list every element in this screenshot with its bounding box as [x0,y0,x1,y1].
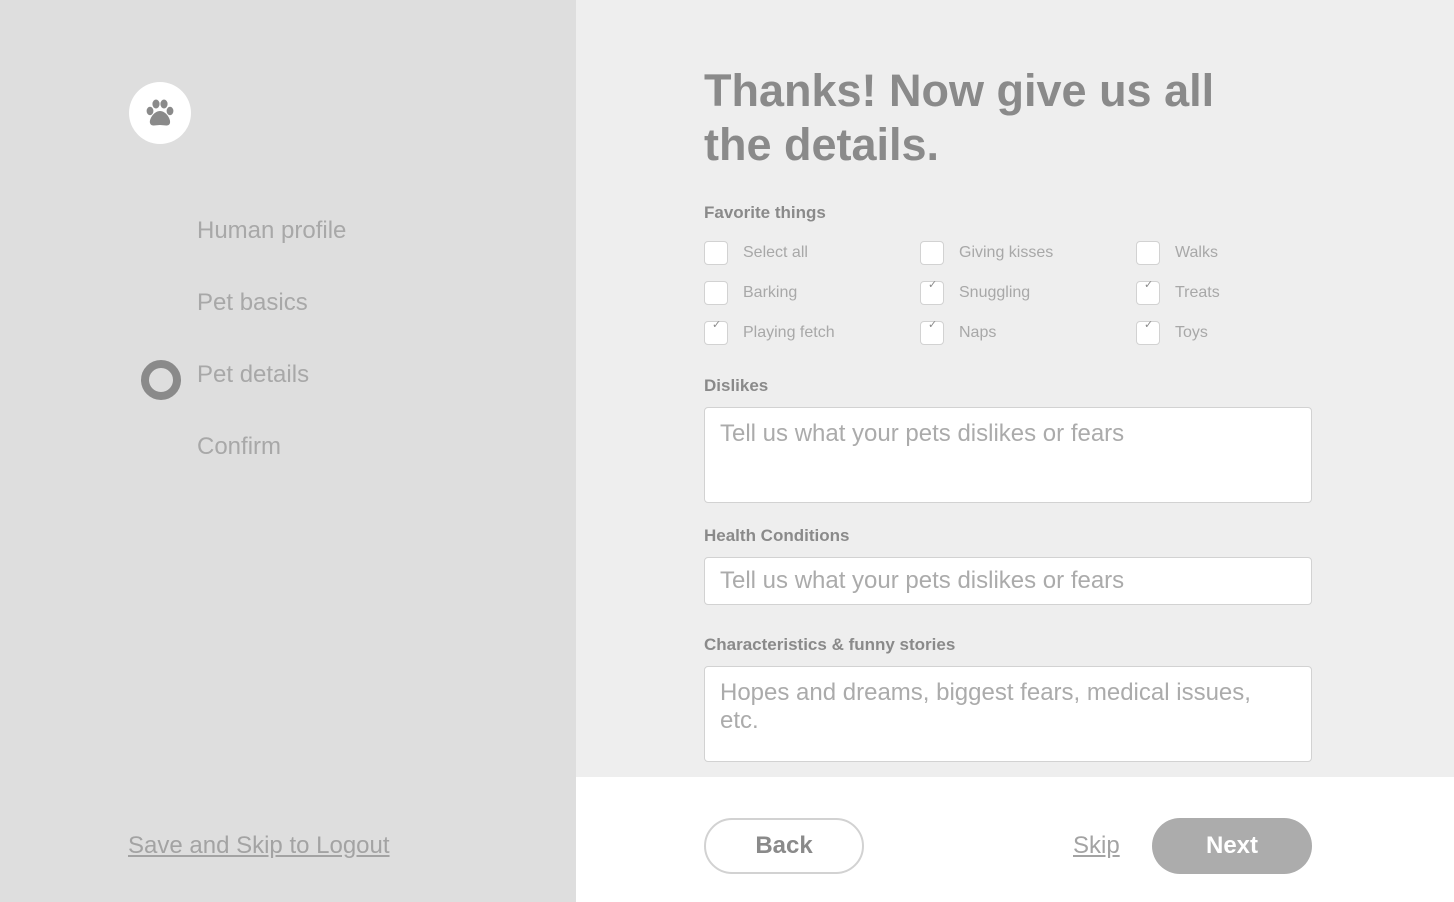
page-title: Thanks! Now give us all the details. [704,65,1215,170]
favorite-option-label: Playing fetch [743,324,835,341]
favorite-option-label: Snuggling [959,284,1031,301]
favorite-option-label: Toys [1175,324,1208,341]
checkbox[interactable] [1136,241,1160,265]
favorite-option-toys[interactable]: ✓ Toys [1136,319,1208,345]
step-human-profile[interactable]: Human profile [197,217,346,245]
paw-icon [146,99,174,126]
step-confirm[interactable]: Confirm [197,433,281,461]
check-icon: ✓ [712,319,722,331]
next-button[interactable]: Next [1152,818,1312,874]
favorite-option-label: Naps [959,324,997,341]
dislikes-label: Dislikes [704,376,769,395]
current-step-indicator [141,360,181,400]
logo [129,82,191,144]
favorite-option-giving-kisses[interactable]: Giving kisses [920,241,1053,265]
check-icon: ✓ [928,319,938,331]
characteristics-label: Characteristics & funny stories [704,635,956,654]
step-pet-details[interactable]: Pet details [197,361,309,389]
favorite-things-label: Favorite things [704,203,826,222]
favorite-option-snuggling[interactable]: ✓ Snuggling [920,279,1031,305]
favorite-option-walks[interactable]: Walks [1136,241,1218,265]
favorite-option-select-all[interactable]: Select all [704,241,808,265]
check-icon: ✓ [1144,279,1154,291]
dislikes-textarea[interactable] [704,407,1312,503]
favorite-option-label: Select all [743,244,808,261]
favorite-option-treats[interactable]: ✓ Treats [1136,279,1220,305]
favorite-option-naps[interactable]: ✓ Naps [920,319,997,345]
checkbox[interactable] [704,241,728,265]
favorite-option-playing-fetch[interactable]: ✓ Playing fetch [704,319,835,345]
save-and-skip-to-logout-link[interactable]: Save and Skip to Logout [128,832,390,860]
favorite-option-label: Treats [1175,284,1220,301]
checkbox[interactable] [704,281,728,305]
step-pet-basics[interactable]: Pet basics [197,289,308,317]
checkbox[interactable] [920,241,944,265]
check-icon: ✓ [1144,319,1154,331]
favorite-option-label: Barking [743,284,798,301]
health-conditions-input[interactable] [704,557,1312,605]
characteristics-textarea[interactable] [704,666,1312,762]
back-button[interactable]: Back [704,818,864,874]
skip-link[interactable]: Skip [1073,832,1120,860]
health-conditions-label: Health Conditions [704,526,850,545]
checkbox[interactable]: ✓ [1136,279,1160,305]
checkbox[interactable]: ✓ [1136,319,1160,345]
sidebar: Human profile Pet basics Pet details Con… [0,0,576,902]
favorite-option-label: Giving kisses [959,244,1054,261]
checkbox[interactable]: ✓ [704,319,728,345]
favorite-option-label: Walks [1175,244,1218,261]
favorite-option-barking[interactable]: Barking [704,281,797,305]
check-icon: ✓ [928,279,938,291]
checkbox[interactable]: ✓ [920,319,944,345]
checkbox[interactable]: ✓ [920,279,944,305]
